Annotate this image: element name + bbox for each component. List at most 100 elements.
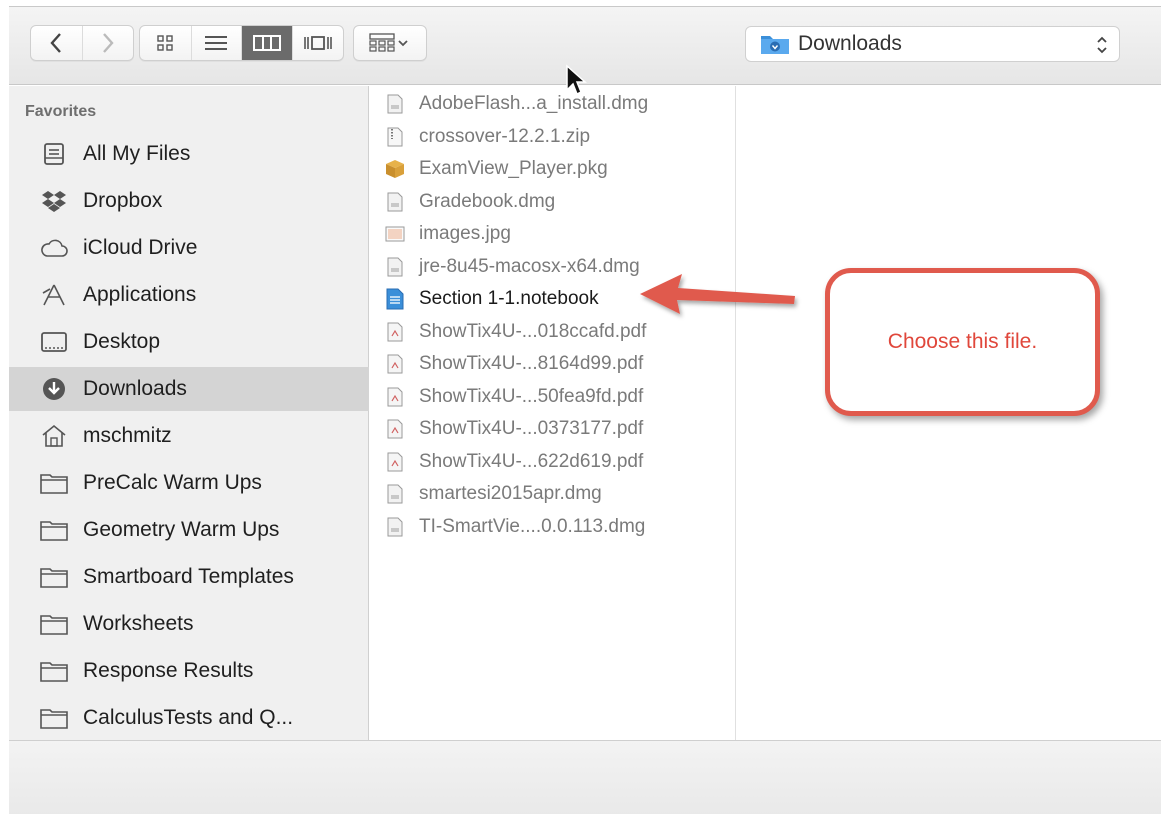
- applications-icon: [39, 282, 69, 308]
- pdf-icon: [384, 449, 406, 475]
- disk-image-icon: [384, 189, 406, 215]
- cover-flow-icon: [303, 36, 332, 50]
- notebook-icon: [384, 286, 406, 312]
- chevron-left-icon: [50, 33, 62, 53]
- sidebar-item-applications[interactable]: Applications: [9, 273, 369, 317]
- sidebar-item-downloads[interactable]: Downloads: [9, 367, 369, 411]
- sidebar-item-label: PreCalc Warm Ups: [83, 471, 262, 494]
- desktop-icon: [39, 329, 69, 355]
- sidebar-item-calculus-tests[interactable]: CalculusTests and Q...: [9, 696, 369, 740]
- file-row[interactable]: ExamView_Player.pkg: [370, 153, 736, 185]
- file-name: Gradebook.dmg: [419, 191, 556, 212]
- cover-flow-button[interactable]: [291, 26, 344, 60]
- updown-chevron-icon: [1097, 36, 1107, 54]
- folder-icon: [39, 658, 69, 684]
- file-row[interactable]: TI-SmartVie....0.0.113.dmg: [370, 511, 736, 543]
- all-files-icon: [39, 141, 69, 167]
- annotation-arrow: [640, 274, 795, 314]
- path-popup[interactable]: Downloads: [745, 26, 1120, 62]
- back-button[interactable]: [31, 26, 82, 60]
- file-name: ShowTix4U-...8164d99.pdf: [419, 353, 644, 374]
- history-nav: [30, 25, 134, 61]
- folder-icon: [39, 517, 69, 543]
- cloud-icon: [39, 235, 69, 261]
- sidebar-item-label: Worksheets: [83, 612, 194, 635]
- file-name: crossover-12.2.1.zip: [419, 126, 591, 147]
- pdf-icon: [384, 319, 406, 345]
- file-row[interactable]: Gradebook.dmg: [370, 186, 736, 218]
- file-row[interactable]: AdobeFlash...a_install.dmg: [370, 88, 736, 120]
- file-column: AdobeFlash...a_install.dmg crossover-12.…: [370, 86, 736, 740]
- disk-image-icon: [384, 481, 406, 507]
- disk-image-icon: [384, 91, 406, 117]
- sidebar-item-precalc-warm-ups[interactable]: PreCalc Warm Ups: [9, 461, 369, 505]
- mouse-cursor-icon: [566, 64, 587, 96]
- sidebar-item-label: Response Results: [83, 659, 254, 682]
- folder-icon: [39, 705, 69, 731]
- file-row[interactable]: smartesi2015apr.dmg: [370, 478, 736, 510]
- file-row[interactable]: crossover-12.2.1.zip: [370, 121, 736, 153]
- file-name: ShowTix4U-...50fea9fd.pdf: [419, 386, 644, 407]
- sidebar-item-label: mschmitz: [83, 424, 172, 447]
- column-view-icon: [252, 35, 281, 51]
- column-view-button[interactable]: [241, 26, 292, 60]
- home-icon: [39, 423, 69, 449]
- list-view-icon: [205, 36, 228, 50]
- status-bar: [9, 740, 1161, 814]
- sidebar-item-label: All My Files: [83, 142, 191, 165]
- arrange-menu[interactable]: [354, 26, 426, 60]
- folder-icon: [39, 564, 69, 590]
- file-name: images.jpg: [419, 223, 511, 244]
- sidebar-item-icloud-drive[interactable]: iCloud Drive: [9, 226, 369, 270]
- sidebar-item-dropbox[interactable]: Dropbox: [9, 179, 369, 223]
- sidebar-item-label: Desktop: [83, 330, 161, 353]
- file-row[interactable]: images.jpg: [370, 218, 736, 250]
- arrange-grid-icon: [369, 33, 408, 52]
- sidebar-item-smartboard-templates[interactable]: Smartboard Templates: [9, 555, 369, 599]
- zip-icon: [384, 124, 406, 150]
- file-name: jre-8u45-macosx-x64.dmg: [419, 256, 640, 277]
- downloads-folder-icon: [761, 36, 789, 54]
- sidebar-item-label: Dropbox: [83, 189, 163, 212]
- disk-image-icon: [384, 514, 406, 540]
- annotation-text: Choose this file.: [887, 330, 1038, 353]
- sidebar-item-response-results[interactable]: Response Results: [9, 649, 369, 693]
- sidebar-item-home[interactable]: mschmitz: [9, 414, 369, 458]
- folder-icon: [39, 470, 69, 496]
- file-name: ShowTix4U-...0373177.pdf: [419, 418, 644, 439]
- forward-button[interactable]: [81, 26, 133, 60]
- file-row[interactable]: ShowTix4U-...50fea9fd.pdf: [370, 381, 736, 413]
- file-name: ShowTix4U-...018ccafd.pdf: [419, 321, 647, 342]
- pdf-icon: [384, 351, 406, 377]
- sidebar-item-worksheets[interactable]: Worksheets: [9, 602, 369, 646]
- file-row[interactable]: ShowTix4U-...622d619.pdf: [370, 446, 736, 478]
- sidebar-section-title: Favorites: [25, 103, 97, 120]
- sidebar-item-label: CalculusTests and Q...: [83, 706, 294, 729]
- folder-icon: [39, 611, 69, 637]
- disk-image-icon: [384, 254, 406, 280]
- file-row[interactable]: ShowTix4U-...8164d99.pdf: [370, 348, 736, 380]
- icon-view-icon: [157, 35, 173, 51]
- sidebar-item-all-my-files[interactable]: All My Files: [9, 132, 369, 176]
- pdf-icon: [384, 416, 406, 442]
- file-name: ShowTix4U-...622d619.pdf: [419, 451, 644, 472]
- file-name: TI-SmartVie....0.0.113.dmg: [419, 516, 646, 537]
- annotation-callout: Choose this file.: [825, 268, 1100, 416]
- pdf-icon: [384, 384, 406, 410]
- view-mode-group: [139, 25, 344, 61]
- file-name: AdobeFlash...a_install.dmg: [419, 93, 649, 114]
- sidebar: Favorites All My Files Dropbox iCloud Dr…: [9, 86, 369, 740]
- sidebar-item-geometry-warm-ups[interactable]: Geometry Warm Ups: [9, 508, 369, 552]
- file-row[interactable]: ShowTix4U-...0373177.pdf: [370, 413, 736, 445]
- sidebar-item-label: Geometry Warm Ups: [83, 518, 280, 541]
- dropbox-icon: [39, 188, 69, 214]
- icon-view-button[interactable]: [140, 26, 191, 60]
- arrange-button[interactable]: [353, 25, 427, 61]
- file-name: smartesi2015apr.dmg: [419, 483, 602, 504]
- package-icon: [384, 156, 406, 182]
- sidebar-item-label: Applications: [83, 283, 197, 306]
- sidebar-item-desktop[interactable]: Desktop: [9, 320, 369, 364]
- sidebar-item-label: Smartboard Templates: [83, 565, 294, 588]
- list-view-button[interactable]: [190, 26, 242, 60]
- downloads-icon: [39, 376, 69, 402]
